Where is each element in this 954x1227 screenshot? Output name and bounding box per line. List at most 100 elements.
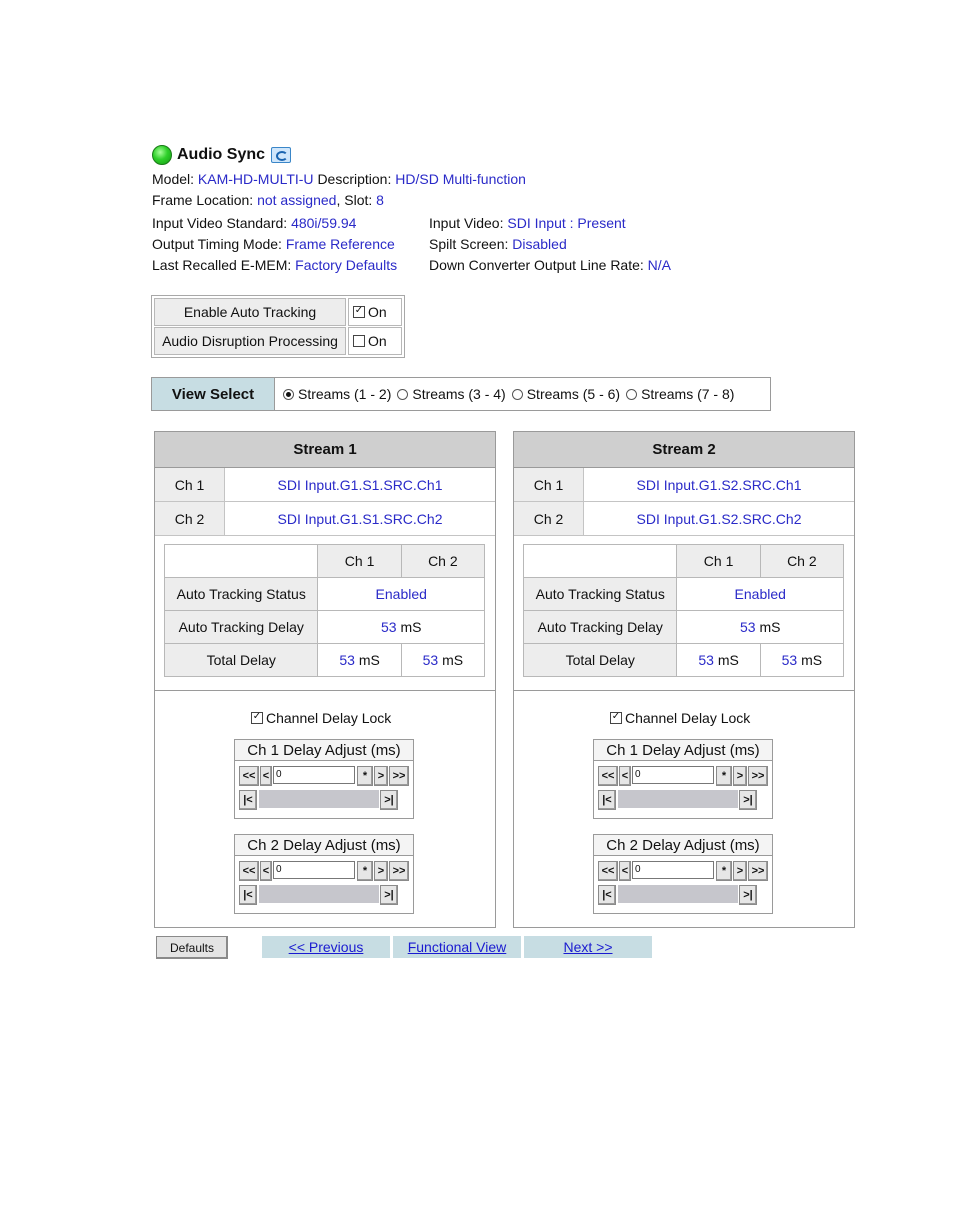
step-back-button[interactable]: < [619, 861, 631, 881]
enable-auto-tracking-checkbox[interactable]: On [348, 298, 402, 326]
functional-view-link-text[interactable]: Functional View [408, 939, 507, 955]
radio-icon[interactable] [397, 388, 409, 400]
ch2-delay-input[interactable]: 0 [273, 861, 355, 879]
delay-scrollbar[interactable] [259, 790, 379, 808]
channel-delay-lock-checkbox[interactable]: Channel Delay Lock [610, 710, 750, 726]
auto-delay-label: Auto Tracking Delay [522, 610, 678, 644]
scroll-end-button[interactable]: >| [739, 885, 757, 905]
ch2-delay-adjust-title: Ch 2 Delay Adjust (ms) [594, 835, 772, 856]
column-header: Ch 1 [676, 544, 761, 578]
checkbox-checked-icon[interactable] [610, 712, 622, 724]
total-delay-ch1: 53 mS [317, 643, 402, 677]
step-back-button[interactable]: < [260, 766, 272, 786]
checkbox-checked-icon[interactable] [251, 712, 263, 724]
total-delay-label: Total Delay [163, 643, 319, 677]
checkbox-label: On [368, 304, 387, 320]
radio-selected-icon[interactable] [283, 388, 294, 400]
audio-disruption-checkbox[interactable]: On [348, 327, 402, 355]
option-label: Streams (7 - 8) [641, 386, 735, 402]
step-forward-button[interactable]: > [733, 861, 747, 881]
next-link[interactable]: Next >> [524, 936, 652, 958]
scroll-end-button[interactable]: >| [380, 885, 398, 905]
defaults-button[interactable]: Defaults [156, 936, 228, 959]
channel-delay-lock-checkbox[interactable]: Channel Delay Lock [251, 710, 391, 726]
star-button[interactable]: * [357, 766, 373, 786]
star-button[interactable]: * [716, 861, 732, 881]
rewind-button[interactable]: << [598, 861, 618, 881]
ch1-delay-input[interactable]: 0 [632, 766, 714, 784]
channel-source-link[interactable]: SDI Input.G1.S2.SRC.Ch1 [584, 468, 854, 501]
view-select-label: View Select [152, 378, 275, 410]
ch2-delay-input[interactable]: 0 [632, 861, 714, 879]
step-back-button[interactable]: < [260, 861, 272, 881]
channel-source-link[interactable]: SDI Input.G1.S2.SRC.Ch2 [584, 502, 854, 535]
rewind-button[interactable]: << [598, 766, 618, 786]
scroll-home-button[interactable]: |< [598, 885, 616, 905]
total-delay-ch1-number: 53 [339, 652, 355, 668]
ch1-delay-input[interactable]: 0 [273, 766, 355, 784]
radio-icon[interactable] [511, 388, 523, 400]
view-option-streams-5-6[interactable]: Streams (5 - 6) [511, 386, 620, 402]
scroll-end-button[interactable]: >| [739, 790, 757, 810]
enable-auto-tracking-label: Enable Auto Tracking [154, 298, 346, 326]
step-forward-button[interactable]: > [374, 861, 388, 881]
view-option-streams-3-4[interactable]: Streams (3 - 4) [397, 386, 506, 402]
total-delay-ch2: 53 mS [400, 643, 486, 677]
fast-forward-button[interactable]: >> [389, 766, 409, 786]
refresh-icon[interactable] [271, 147, 292, 163]
ch2-delay-adjust: Ch 2 Delay Adjust (ms) << < 0 * > >> |< … [234, 834, 414, 914]
auto-status-label: Auto Tracking Status [522, 577, 678, 611]
auto-delay-number: 53 [381, 619, 397, 635]
rewind-button[interactable]: << [239, 766, 259, 786]
star-button[interactable]: * [716, 766, 732, 786]
rewind-button[interactable]: << [239, 861, 259, 881]
channel-name: Ch 1 [155, 468, 225, 501]
previous-link-text[interactable]: << Previous [289, 939, 364, 955]
view-option-streams-1-2[interactable]: Streams (1 - 2) [283, 386, 391, 402]
split-screen-value: Disabled [512, 236, 567, 252]
unit: mS [358, 652, 380, 668]
next-link-text[interactable]: Next >> [563, 939, 612, 955]
checkbox-label: On [368, 333, 387, 349]
radio-icon[interactable] [626, 388, 638, 400]
slot-label: , Slot: [336, 192, 373, 208]
scroll-end-button[interactable]: >| [380, 790, 398, 810]
tracking-status-table: Ch 1 Ch 2 Auto Tracking Status Enabled Aut… [522, 544, 845, 677]
ch1-delay-adjust-title: Ch 1 Delay Adjust (ms) [594, 740, 772, 761]
fast-forward-button[interactable]: >> [748, 861, 768, 881]
star-button[interactable]: * [357, 861, 373, 881]
output-timing-label: Output Timing Mode: [152, 236, 282, 252]
channel-source-link[interactable]: SDI Input.G1.S1.SRC.Ch1 [225, 468, 495, 501]
stream-2-panel: Stream 2 Ch 1 SDI Input.G1.S2.SRC.Ch1 Ch… [513, 431, 855, 928]
view-option-streams-7-8[interactable]: Streams (7 - 8) [626, 386, 734, 402]
fast-forward-button[interactable]: >> [748, 766, 768, 786]
page-title: Audio Sync [177, 146, 266, 163]
checkbox-unchecked-icon[interactable] [353, 335, 365, 347]
checkbox-checked-icon[interactable] [353, 306, 365, 318]
step-back-button[interactable]: < [619, 766, 631, 786]
output-timing-value: Frame Reference [285, 236, 395, 252]
previous-link[interactable]: << Previous [262, 936, 390, 958]
channel-name: Ch 2 [514, 502, 584, 535]
scroll-home-button[interactable]: |< [598, 790, 616, 810]
channel-source-link[interactable]: SDI Input.G1.S1.SRC.Ch2 [225, 502, 495, 535]
delay-scrollbar[interactable] [618, 790, 738, 808]
delay-scrollbar[interactable] [618, 885, 738, 903]
header: Audio Sync Model: KAM-HD-MULTI-U Descrip… [152, 143, 712, 276]
step-forward-button[interactable]: > [733, 766, 747, 786]
view-select: View Select Streams (1 - 2) Streams (3 -… [151, 377, 771, 411]
last-recalled-label: Last Recalled E-MEM: [152, 257, 292, 273]
down-converter-label: Down Converter Output Line Rate: [429, 257, 644, 273]
functional-view-link[interactable]: Functional View [393, 936, 521, 958]
total-delay-label: Total Delay [522, 643, 678, 677]
scroll-home-button[interactable]: |< [239, 790, 257, 810]
auto-status-label: Auto Tracking Status [163, 577, 319, 611]
down-converter-value: N/A [647, 257, 672, 273]
description-label: Description: [317, 171, 392, 187]
option-label: Streams (3 - 4) [412, 386, 506, 402]
step-forward-button[interactable]: > [374, 766, 388, 786]
delay-scrollbar[interactable] [259, 885, 379, 903]
auto-delay-label: Auto Tracking Delay [163, 610, 319, 644]
fast-forward-button[interactable]: >> [389, 861, 409, 881]
scroll-home-button[interactable]: |< [239, 885, 257, 905]
